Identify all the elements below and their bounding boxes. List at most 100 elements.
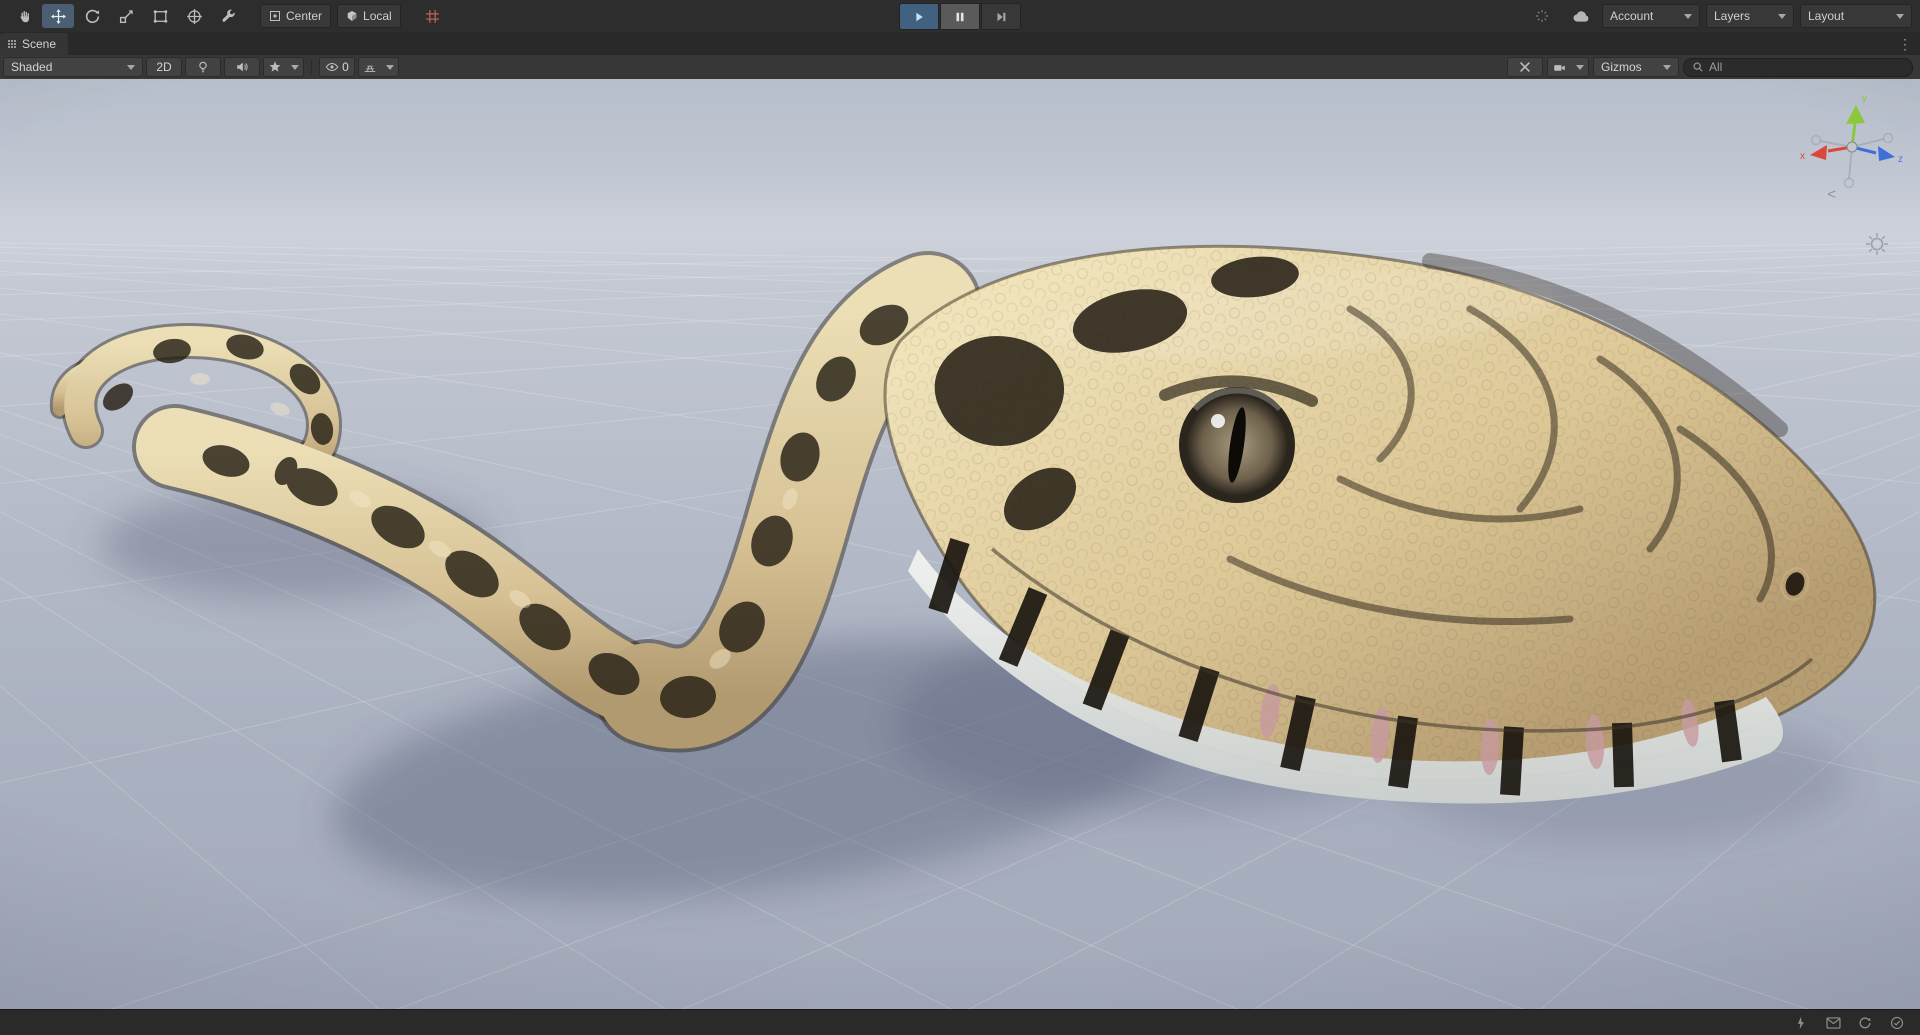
gizmo-y-axis: y xyxy=(1846,93,1867,148)
transform-tool-button[interactable] xyxy=(178,4,210,28)
chevron-down-icon xyxy=(1576,64,1584,70)
move-tool-icon xyxy=(50,8,66,24)
audio-icon xyxy=(237,62,248,72)
scene-view-toolbar: Shaded 2D 0 Gizmos All xyxy=(0,55,1920,80)
activity-icon xyxy=(1536,10,1548,22)
toolbar-separator xyxy=(246,16,256,17)
pause-icon xyxy=(956,12,964,21)
step-icon xyxy=(997,12,1006,21)
chevron-down-icon xyxy=(1684,13,1692,19)
refresh-icon xyxy=(1859,1016,1871,1028)
gizmos-label: Gizmos xyxy=(1601,60,1642,74)
tab-scene[interactable]: Scene xyxy=(0,33,69,55)
rotation-label: Local xyxy=(363,9,392,23)
scene-viewport[interactable]: y x z < xyxy=(0,79,1920,1010)
scene-tab-label: Scene xyxy=(22,37,57,51)
local-axis-icon xyxy=(347,11,357,21)
activity-status-button[interactable] xyxy=(1792,1014,1810,1032)
cache-server-button[interactable] xyxy=(1824,1014,1842,1032)
custom-tool-button[interactable] xyxy=(212,4,244,28)
scene-visibility-toggle[interactable]: 0 xyxy=(319,57,355,77)
tab-menu-icon[interactable]: ⋮ xyxy=(1890,33,1920,55)
status-bar-right xyxy=(1792,1014,1920,1032)
search-scope-label: All xyxy=(1709,60,1723,74)
draw-mode-label: Shaded xyxy=(11,60,53,74)
component-tools-button[interactable] xyxy=(1507,57,1543,77)
gizmos-dropdown[interactable]: Gizmos xyxy=(1593,57,1679,77)
gizmo-x-label: x xyxy=(1800,151,1805,162)
status-check-button[interactable] xyxy=(1888,1014,1906,1032)
camera-settings-dropdown[interactable] xyxy=(1547,57,1589,77)
activity-icon xyxy=(1797,1016,1804,1029)
grid-snap-icon xyxy=(426,9,440,23)
rotate-tool-icon xyxy=(85,9,99,23)
2d-label: 2D xyxy=(156,60,172,74)
hidden-object-count: 0 xyxy=(342,60,349,74)
2d-toggle-button[interactable]: 2D xyxy=(146,57,182,77)
status-bar xyxy=(0,1009,1920,1035)
gizmo-x-axis: x xyxy=(1800,145,1853,162)
rect-tool-button[interactable] xyxy=(144,4,176,28)
toolbar-separator xyxy=(405,16,415,17)
visibility-icon xyxy=(325,62,339,72)
transform-tool-icon xyxy=(186,8,202,24)
chevron-down-icon xyxy=(1896,13,1904,19)
grid-visibility-dropdown[interactable] xyxy=(358,57,399,77)
custom-tool-icon xyxy=(221,9,235,22)
scene-lighting-toggle[interactable] xyxy=(185,57,221,77)
activity-indicator-button[interactable] xyxy=(1526,4,1558,28)
chevron-down-icon xyxy=(386,64,394,70)
tab-grip-icon xyxy=(8,40,16,48)
search-icon xyxy=(1693,62,1703,72)
check-icon xyxy=(1890,1016,1904,1029)
pause-button[interactable] xyxy=(940,3,980,30)
play-icon xyxy=(916,12,923,21)
play-controls xyxy=(899,3,1021,30)
account-dropdown[interactable]: Account xyxy=(1602,4,1700,28)
effects-icon xyxy=(269,61,281,72)
chevron-down-icon xyxy=(1663,64,1671,70)
layout-label: Layout xyxy=(1808,9,1845,23)
pivot-toggle-button[interactable]: Center xyxy=(260,4,332,28)
layers-dropdown[interactable]: Layers xyxy=(1706,4,1794,28)
persp-indicator[interactable]: < xyxy=(1827,187,1836,202)
play-button[interactable] xyxy=(899,3,939,30)
tools-icon xyxy=(1520,62,1530,72)
hand-tool-button[interactable] xyxy=(8,4,40,28)
camera-icon xyxy=(1554,64,1565,71)
gizmo-y-label: y xyxy=(1862,93,1867,104)
cloud-icon xyxy=(1573,10,1588,22)
step-button[interactable] xyxy=(981,3,1021,30)
scale-tool-button[interactable] xyxy=(110,4,142,28)
main-toolbar: Center Local Account Layers Layout xyxy=(0,0,1920,33)
cache-icon xyxy=(1825,1016,1841,1029)
pivot-icon xyxy=(270,11,280,21)
scene-search-input[interactable]: All xyxy=(1683,57,1913,77)
rotate-tool-button[interactable] xyxy=(76,4,108,28)
refresh-status-button[interactable] xyxy=(1856,1014,1874,1032)
gizmo-z-axis: z xyxy=(1851,145,1903,165)
scene-audio-toggle[interactable] xyxy=(224,57,260,77)
layout-dropdown[interactable]: Layout xyxy=(1800,4,1912,28)
sun-icon[interactable] xyxy=(1864,231,1890,257)
orientation-gizmo[interactable]: y x z xyxy=(1796,87,1906,197)
cloud-services-button[interactable] xyxy=(1564,4,1596,28)
scene-render xyxy=(0,242,1920,1010)
pivot-label: Center xyxy=(286,9,323,23)
gizmo-z-label: z xyxy=(1898,154,1903,165)
grid-snap-button[interactable] xyxy=(417,4,449,28)
toolbar-right-group: Account Layers Layout xyxy=(1526,4,1912,28)
lightbulb-icon xyxy=(199,61,207,73)
hand-tool-icon xyxy=(20,10,29,22)
chevron-down-icon xyxy=(127,64,135,70)
layers-label: Layers xyxy=(1714,9,1751,23)
rect-tool-icon xyxy=(153,9,167,23)
scale-tool-icon xyxy=(119,9,133,23)
effects-dropdown[interactable] xyxy=(263,57,304,77)
toolbar-separator xyxy=(311,60,312,74)
chevron-down-icon xyxy=(291,64,299,70)
move-tool-button[interactable] xyxy=(42,4,74,28)
draw-mode-dropdown[interactable]: Shaded xyxy=(3,57,143,77)
rotation-toggle-button[interactable]: Local xyxy=(337,4,401,28)
dock-tab-row: Scene ⋮ xyxy=(0,32,1920,56)
